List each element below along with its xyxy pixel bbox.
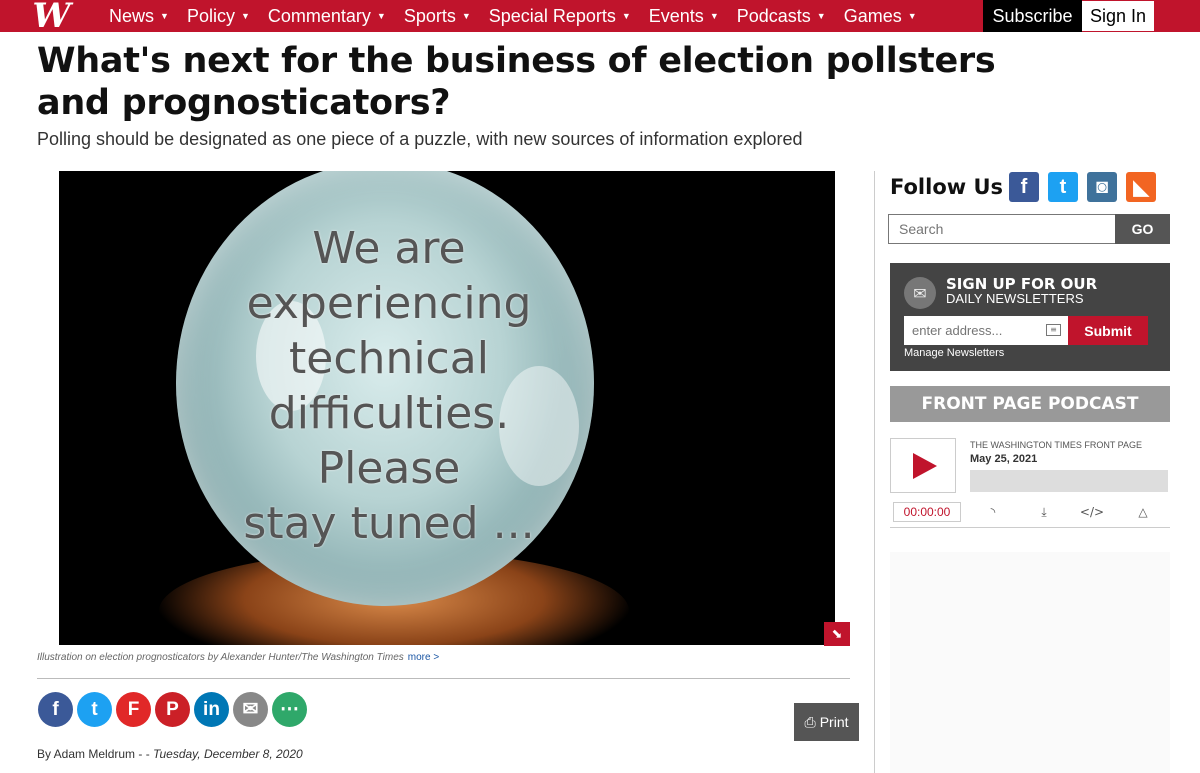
nav-item-label: Events bbox=[648, 5, 704, 26]
follow-us: Follow Us f t ◙ ◣ bbox=[890, 172, 1165, 202]
nav-item-label: Sports bbox=[403, 5, 456, 26]
print-label: Print bbox=[819, 714, 849, 730]
article-subhead: Polling should be designated as one piec… bbox=[37, 129, 803, 149]
chevron-down-icon: ▼ bbox=[709, 11, 719, 21]
byline-author[interactable]: By Adam Meldrum - - bbox=[37, 747, 150, 761]
nav-item-events[interactable]: Events ▼ bbox=[640, 0, 728, 32]
nav-item-games[interactable]: Games ▼ bbox=[835, 0, 926, 32]
twitter-icon[interactable]: t bbox=[1048, 172, 1079, 202]
nav-item-label: Special Reports bbox=[488, 5, 616, 26]
envelope-icon: ✉ bbox=[904, 277, 936, 309]
podcast-episode-date: May 25, 2021 bbox=[970, 453, 1038, 465]
nav-item-commentary[interactable]: Commentary ▼ bbox=[259, 0, 395, 32]
nav-item-label: Commentary bbox=[267, 5, 371, 26]
facebook-icon[interactable]: f bbox=[1009, 172, 1040, 202]
byline-date: Tuesday, December 8, 2020 bbox=[153, 747, 303, 761]
podcast-heading[interactable]: FRONT PAGE PODCAST bbox=[890, 386, 1170, 422]
chevron-down-icon: ▼ bbox=[160, 11, 169, 21]
manage-newsletters-link[interactable]: Manage Newsletters bbox=[904, 347, 1004, 359]
share-bar: f t F Pin ✉ ⋯ bbox=[38, 692, 307, 727]
nav-item-label: Games bbox=[843, 5, 902, 26]
nav-item-sports[interactable]: Sports ▼ bbox=[395, 0, 480, 32]
chevron-down-icon: ▼ bbox=[907, 11, 917, 21]
search-input[interactable] bbox=[888, 214, 1115, 244]
site-logo[interactable]: W bbox=[0, 0, 100, 36]
linkedin-icon[interactable]: in bbox=[194, 692, 229, 727]
embed-icon[interactable]: </> bbox=[1080, 503, 1104, 521]
divider bbox=[37, 678, 850, 679]
contact-card-icon: ≡ bbox=[1046, 324, 1061, 336]
caption-more-link[interactable]: more > bbox=[408, 652, 439, 663]
pinterest-icon[interactable]: P bbox=[155, 692, 190, 727]
more-share-icon[interactable]: ⋯ bbox=[272, 692, 307, 727]
nav-item-label: Podcasts bbox=[736, 5, 811, 26]
newsletter-email-input[interactable] bbox=[904, 316, 1068, 345]
share-icon[interactable]: △ bbox=[1133, 503, 1153, 521]
nav-item-podcasts[interactable]: Podcasts ▼ bbox=[728, 0, 835, 32]
chevron-down-icon: ▼ bbox=[376, 11, 386, 21]
search-form: GO bbox=[888, 214, 1170, 244]
nav-item-label: Policy bbox=[186, 5, 235, 26]
nav-item-special-reports[interactable]: Special Reports ▼ bbox=[480, 0, 640, 32]
podcast-play-button[interactable] bbox=[890, 438, 956, 493]
podcast-time: 00:00:00 bbox=[893, 502, 961, 522]
nav-item-label: News bbox=[109, 5, 155, 26]
ad-slot bbox=[890, 552, 1170, 773]
newsletter-title: SIGN UP FOR OUR bbox=[946, 275, 1098, 293]
byline: By Adam Meldrum - - Tuesday, December 8,… bbox=[37, 747, 303, 761]
chevron-down-icon: ▼ bbox=[240, 11, 250, 21]
newsletter-signup: ✉ SIGN UP FOR OUR DAILY NEWSLETTERS ≡ Su… bbox=[890, 263, 1170, 371]
nav-item-policy[interactable]: Policy ▼ bbox=[178, 0, 259, 32]
search-go-button[interactable]: GO bbox=[1115, 214, 1170, 244]
podcast-show-name: THE WASHINGTON TIMES FRONT PAGE bbox=[970, 440, 1143, 450]
expand-image-button[interactable]: ⬊ bbox=[824, 622, 850, 646]
divider bbox=[890, 527, 1170, 528]
newsletter-submit-button[interactable]: Submit bbox=[1068, 316, 1148, 345]
chevron-down-icon: ▼ bbox=[816, 11, 826, 21]
newsletter-subtitle: DAILY NEWSLETTERS bbox=[946, 291, 1084, 306]
expand-icon: ⬊ bbox=[831, 626, 843, 642]
article-hero-image: We are experiencing technical difficulti… bbox=[59, 171, 835, 645]
chevron-down-icon: ▼ bbox=[461, 11, 471, 21]
twitter-icon[interactable]: t bbox=[77, 692, 112, 727]
email-icon[interactable]: ✉ bbox=[233, 692, 268, 727]
subscribe-button[interactable]: Subscribe bbox=[983, 0, 1082, 32]
rss-icon[interactable]: ◣ bbox=[1126, 172, 1157, 202]
caption-text: Illustration on election prognosticators… bbox=[37, 652, 404, 663]
instagram-icon[interactable]: ◙ bbox=[1087, 172, 1118, 202]
flipboard-icon[interactable]: F bbox=[116, 692, 151, 727]
main-nav: News ▼ Policy ▼ Commentary ▼ Sports ▼ Specia… bbox=[100, 0, 926, 32]
image-caption: Illustration on election prognosticators… bbox=[37, 652, 439, 663]
image-text: We are experiencing technical difficulti… bbox=[243, 223, 535, 549]
download-icon[interactable]: ⤓ bbox=[1034, 503, 1054, 521]
print-button[interactable]: ⎙ Print bbox=[794, 703, 859, 741]
podcast-progress-bar[interactable] bbox=[970, 470, 1168, 492]
chevron-down-icon: ▼ bbox=[621, 11, 631, 21]
facebook-icon[interactable]: f bbox=[38, 692, 73, 727]
sign-in-button[interactable]: Sign In bbox=[1082, 1, 1154, 31]
article-headline: What's next for the business of election… bbox=[37, 41, 996, 123]
play-icon bbox=[913, 452, 937, 479]
sidebar-divider bbox=[874, 171, 875, 773]
nav-item-news[interactable]: News ▼ bbox=[100, 0, 178, 32]
follow-us-label: Follow Us bbox=[890, 175, 1004, 199]
printer-icon: ⎙ bbox=[804, 713, 816, 730]
rss-icon[interactable]: ◝ bbox=[983, 503, 1003, 521]
